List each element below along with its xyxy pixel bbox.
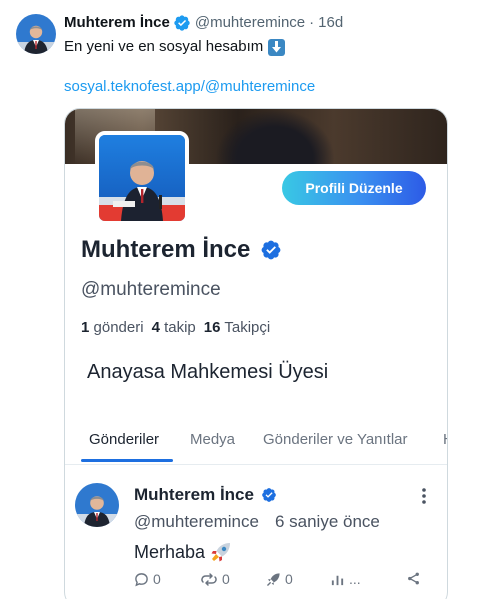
post-text-content: Merhaba: [134, 541, 206, 562]
tweet-text-content: En yeni ve en sosyal hesabım: [64, 38, 264, 55]
followers-count: 16: [203, 319, 221, 336]
edit-profile-button[interactable]: Profili Düzenle: [282, 171, 426, 205]
down-arrow-emoji-icon: [268, 38, 286, 56]
more-options-icon[interactable]: [418, 487, 430, 505]
followers-stat[interactable]: 16 Takipçi: [204, 319, 270, 336]
tweet-link[interactable]: sosyal.teknofest.app/@muhteremince: [64, 77, 315, 97]
following-stat[interactable]: 4 takip: [152, 319, 196, 336]
tweet-timestamp[interactable]: 16d: [318, 13, 343, 33]
views-icon: [331, 575, 344, 585]
post-author: Muhterem İnce: [134, 485, 277, 505]
verified-badge-icon: [262, 488, 276, 502]
posts-label: gönderi: [93, 319, 144, 336]
rocket-icon: [267, 572, 280, 586]
tweet-header: Muhterem İnce @muhteremince · 16d: [64, 13, 343, 33]
post-actions: 0 0 0 ...: [134, 571, 424, 591]
share-action[interactable]: [406, 571, 421, 586]
share-icon: [408, 572, 419, 585]
banner-figure: [215, 109, 335, 164]
reply-action[interactable]: 0: [134, 571, 161, 587]
following-label: takip: [164, 319, 196, 336]
profile-name-text: Muhterem İnce: [81, 236, 251, 263]
reply-count: 0: [153, 571, 161, 587]
repost-icon: [201, 572, 217, 586]
post-handle: @muhteremince: [134, 512, 259, 531]
tab-media[interactable]: Medya: [190, 431, 235, 448]
profile-tabs: Gönderiler Medya Gönderiler ve Yanıtlar …: [65, 427, 447, 463]
active-tab-indicator: [81, 459, 173, 462]
post-author-name[interactable]: Muhterem İnce: [134, 485, 254, 505]
tweet-text: En yeni ve en sosyal hesabım: [64, 37, 286, 57]
rocket-emoji-icon: [211, 543, 231, 562]
posts-count: 1: [81, 319, 90, 336]
boost-count: 0: [285, 571, 293, 587]
following-count: 4: [151, 319, 160, 336]
post-meta: @muhteremince 6 saniye önce: [134, 512, 380, 532]
profile-picture: [95, 131, 189, 225]
post-text: Merhaba: [134, 541, 232, 563]
profile-bio: Anayasa Mahkemesi Üyesi: [87, 361, 329, 383]
profile-stats: 1 gönderi 4 takip 16 Takipçi: [81, 319, 270, 336]
tweet-handle[interactable]: @muhteremince: [195, 13, 305, 33]
tab-truncated[interactable]: H: [443, 431, 447, 448]
tabs-divider: [65, 464, 447, 465]
repost-count: 0: [222, 571, 230, 587]
followers-label: Takipçi: [224, 319, 271, 336]
views-action[interactable]: ...: [330, 571, 361, 587]
tab-posts[interactable]: Gönderiler: [89, 431, 159, 448]
boost-action[interactable]: 0: [266, 571, 293, 587]
reply-icon: [135, 572, 148, 586]
tab-posts-and-replies[interactable]: Gönderiler ve Yanıtlar: [263, 431, 408, 448]
posts-stat[interactable]: 1 gönderi: [81, 319, 144, 336]
tweet-separator: ·: [309, 14, 315, 31]
embedded-profile-screenshot[interactable]: Profili Düzenle Muhterem İnce @muhteremi…: [64, 108, 448, 599]
views-label: ...: [349, 571, 361, 587]
tweet-author-name[interactable]: Muhterem İnce: [64, 13, 170, 33]
profile-handle: @muhteremince: [81, 279, 221, 300]
tweet-avatar[interactable]: [16, 14, 56, 54]
verified-badge-icon: [261, 240, 281, 260]
post-avatar[interactable]: [75, 483, 119, 527]
post-time: 6 saniye önce: [274, 512, 380, 531]
repost-action[interactable]: 0: [200, 571, 230, 587]
verified-badge-icon: [174, 15, 190, 31]
profile-name: Muhterem İnce: [81, 236, 282, 264]
